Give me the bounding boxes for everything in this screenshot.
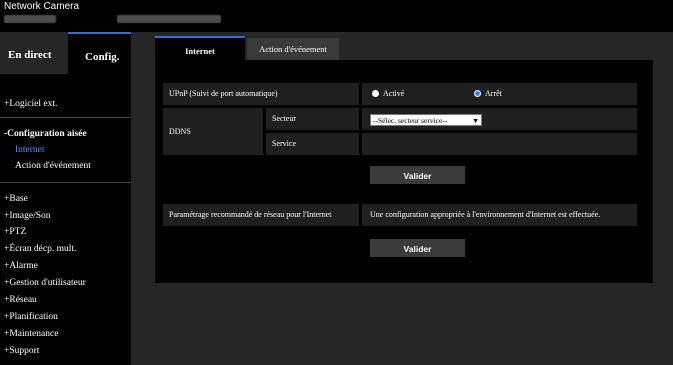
recommended-label: Paramétrage recommandé de réseau pour l'…	[163, 204, 359, 226]
sidebar-divider	[0, 117, 131, 118]
service-label: Service	[266, 133, 359, 155]
sidebar-item-ext-software[interactable]: +Logiciel ext.	[4, 99, 57, 109]
sidebar-item-network[interactable]: +Réseau	[4, 295, 37, 305]
brand-title: Network Camera	[4, 1, 80, 12]
sidebar-item-ptz[interactable]: +PTZ	[4, 227, 26, 237]
chevron-down-icon: ▼	[472, 117, 479, 125]
sector-label: Secteur	[266, 108, 359, 130]
sidebar-divider	[0, 182, 131, 183]
sidebar-item-support[interactable]: +Support	[4, 346, 39, 356]
upnp-options: Activé Arrêt	[362, 83, 637, 105]
sidebar-item-event-action[interactable]: Action d'événement	[15, 161, 91, 171]
radio-enabled-label: Activé	[383, 89, 405, 98]
mode-tabs: En direct Config.	[0, 32, 131, 74]
redacted-camera-name	[117, 15, 221, 23]
sidebar-item-maintenance[interactable]: +Maintenance	[4, 329, 58, 339]
apply-button[interactable]: Valider	[370, 166, 465, 184]
radio-enabled[interactable]: Activé	[372, 83, 472, 105]
sidebar: En direct Config. +Logiciel ext. -Config…	[0, 32, 131, 365]
sector-select-value: --Sélec. secteur service--	[373, 116, 448, 125]
sidebar-item-schedule[interactable]: +Planification	[4, 312, 58, 322]
sidebar-item-base[interactable]: +Base	[4, 194, 28, 204]
redacted-camera-info	[4, 15, 56, 23]
sector-select[interactable]: --Sélec. secteur service-- ▼	[370, 114, 482, 126]
sidebar-item-user-mgmt[interactable]: +Gestion d'utilisateur	[4, 278, 86, 288]
sidebar-item-internet[interactable]: Internet	[15, 145, 45, 155]
recommended-description: Une configuration appropriée à l'environ…	[362, 204, 637, 226]
page-tabs: Internet Action d'événement	[155, 36, 653, 62]
radio-selected-icon[interactable]	[474, 90, 481, 97]
radio-disabled-label: Arrêt	[485, 89, 502, 98]
tab-live[interactable]: En direct	[0, 32, 68, 74]
sidebar-item-easy-setup[interactable]: -Configuration aisée	[4, 129, 87, 139]
upnp-label: UPnP (Suivi de port automatique)	[163, 83, 359, 105]
ddns-label: DDNS	[163, 108, 263, 155]
top-header: Network Camera	[0, 0, 673, 32]
radio-circle-icon[interactable]	[372, 90, 379, 97]
radio-disabled[interactable]: Arrêt	[474, 89, 502, 98]
sidebar-item-image-sound[interactable]: +Image/Son	[4, 211, 51, 221]
service-value	[362, 133, 637, 155]
tab-internet[interactable]: Internet	[155, 36, 245, 62]
sidebar-item-alarm[interactable]: +Alarme	[4, 261, 38, 271]
sidebar-item-multi-screen[interactable]: +Écran décp. mult.	[4, 244, 76, 254]
tab-event-action[interactable]: Action d'événement	[247, 38, 339, 60]
apply-recommended-button[interactable]: Valider	[370, 239, 465, 257]
tab-config[interactable]: Config.	[68, 32, 131, 74]
